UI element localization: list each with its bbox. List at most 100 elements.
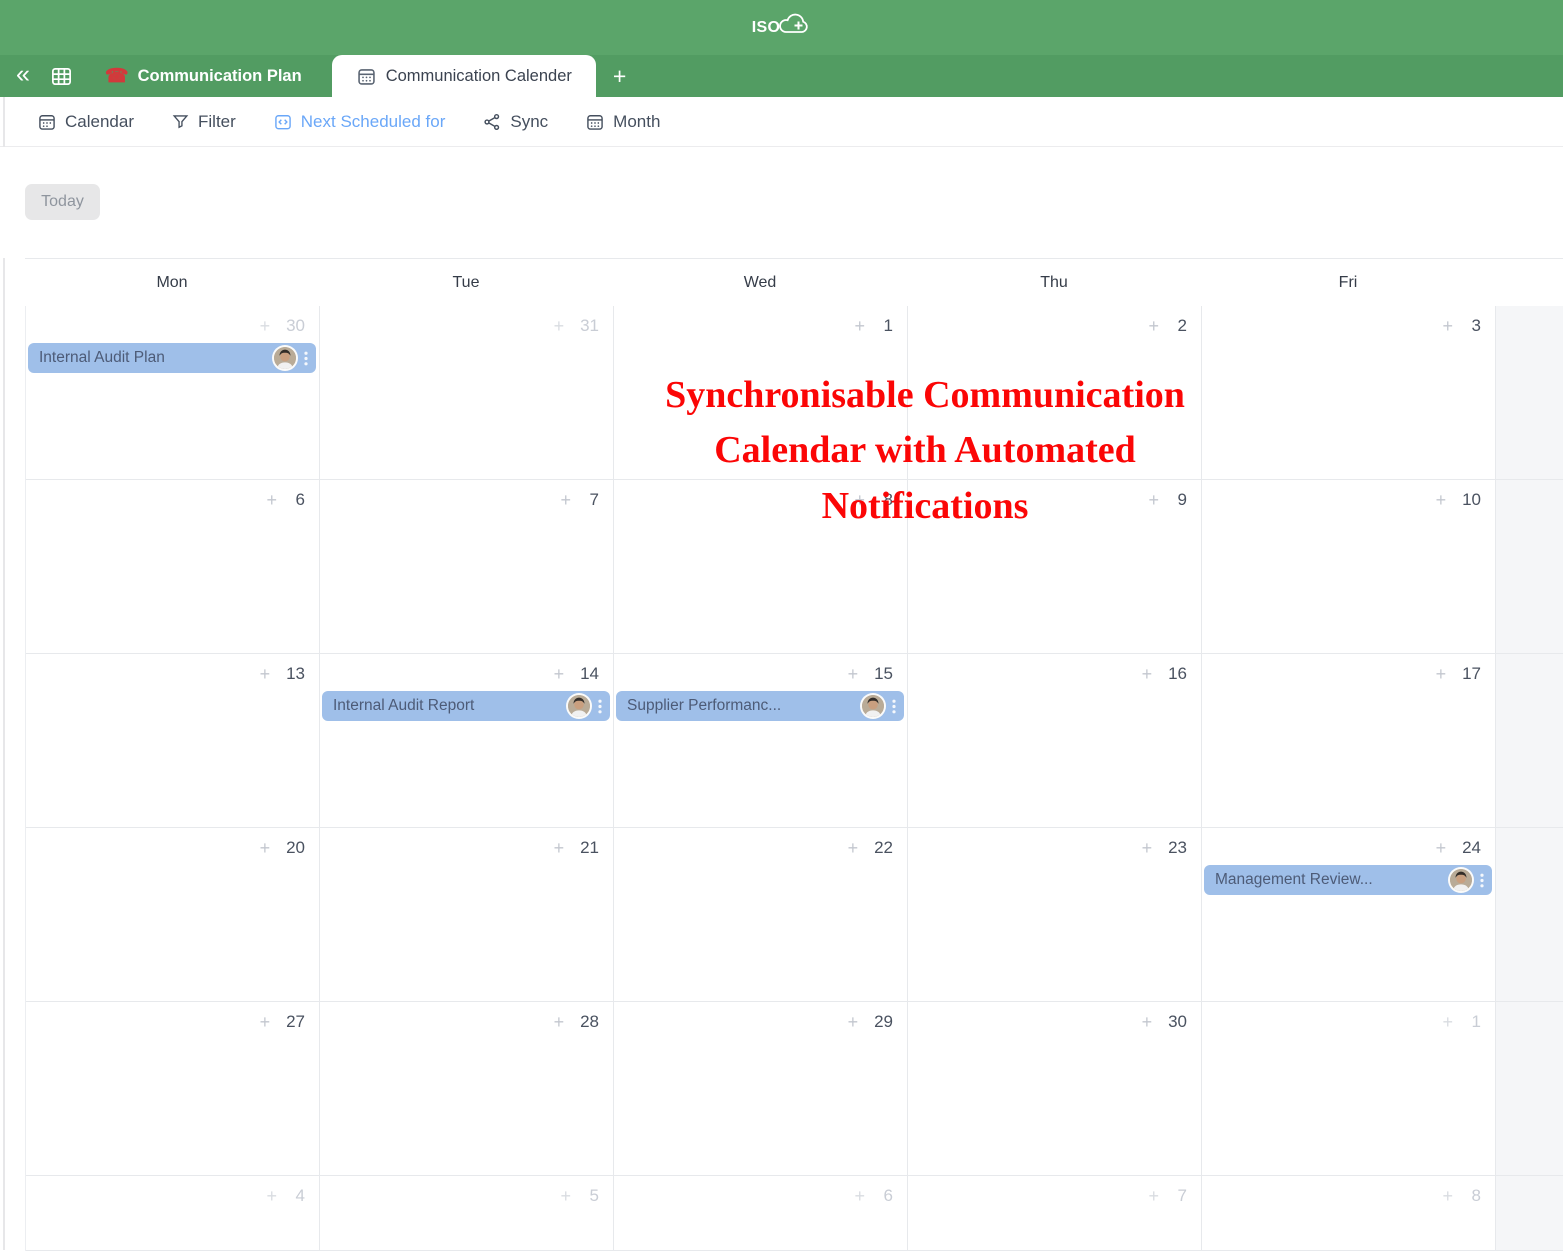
add-event-icon[interactable]: + [560, 1187, 571, 1205]
day-cell[interactable]: +30 Internal Audit Plan [26, 306, 320, 480]
add-event-icon[interactable]: + [1142, 839, 1153, 857]
add-event-icon[interactable]: + [1142, 665, 1153, 683]
add-event-icon[interactable]: + [1148, 491, 1159, 509]
day-cell[interactable]: +16 [908, 654, 1202, 828]
share-icon [482, 112, 502, 132]
day-cell[interactable]: +27 [26, 1002, 320, 1176]
event-title: Management Review... [1204, 871, 1448, 889]
day-cell[interactable]: +8 [1202, 1176, 1496, 1251]
event-chip[interactable]: Management Review... [1204, 865, 1492, 895]
tab-communication-plan[interactable]: ☎ Communication Plan [91, 55, 316, 97]
toolbar-month-button[interactable]: Month [585, 112, 660, 132]
add-event-icon[interactable]: + [1148, 1187, 1159, 1205]
day-cell[interactable]: +9 [908, 480, 1202, 654]
add-event-icon[interactable]: + [260, 317, 271, 335]
add-event-icon[interactable]: + [848, 1013, 859, 1031]
day-cell[interactable]: +21 [320, 828, 614, 1002]
tab-communication-calendar[interactable]: Communication Calender [332, 55, 596, 97]
today-button[interactable]: Today [25, 184, 100, 220]
view-toolbar: Calendar Filter Next Scheduled for Sync [0, 97, 1563, 147]
weekend-filler-column [1496, 1176, 1563, 1251]
add-event-icon[interactable]: + [554, 1013, 565, 1031]
event-chip[interactable]: Supplier Performanc... [616, 691, 904, 721]
day-cell[interactable]: +31 [320, 306, 614, 480]
add-event-icon[interactable]: + [260, 1013, 271, 1031]
day-cell[interactable]: +22 [614, 828, 908, 1002]
toolbar-label: Sync [510, 112, 548, 132]
day-number: 24 [1462, 838, 1481, 858]
day-cell[interactable]: +10 [1202, 480, 1496, 654]
add-event-icon[interactable]: + [554, 839, 565, 857]
event-menu-button[interactable] [886, 699, 904, 714]
add-event-icon[interactable]: + [266, 1187, 277, 1205]
add-event-icon[interactable]: + [848, 839, 859, 857]
day-cell[interactable]: +13 [26, 654, 320, 828]
day-number: 20 [286, 838, 305, 858]
toolbar-next-scheduled-button[interactable]: Next Scheduled for [273, 112, 446, 132]
add-tab-button[interactable]: + [596, 55, 643, 97]
day-cell[interactable]: +3 [1202, 306, 1496, 480]
add-event-icon[interactable]: + [1436, 839, 1447, 857]
add-event-icon[interactable]: + [1148, 317, 1159, 335]
day-number: 6 [881, 1186, 893, 1206]
table-grid-icon[interactable] [50, 65, 73, 88]
add-event-icon[interactable]: + [1436, 491, 1447, 509]
add-event-icon[interactable]: + [560, 491, 571, 509]
day-number: 30 [286, 316, 305, 336]
day-cell[interactable]: +6 [614, 1176, 908, 1251]
day-number: 29 [874, 1012, 893, 1032]
tab-label: Communication Plan [138, 67, 302, 86]
event-chip[interactable]: Internal Audit Report [322, 691, 610, 721]
event-menu-button[interactable] [1474, 873, 1492, 888]
day-cell-header: +30 [26, 314, 319, 336]
day-cell[interactable]: +29 [614, 1002, 908, 1176]
day-cell[interactable]: +14Internal Audit Report [320, 654, 614, 828]
event-menu-button[interactable] [298, 351, 316, 366]
day-cell-header: +9 [908, 488, 1201, 510]
event-menu-dots-icon [304, 351, 308, 366]
day-cell-header: +1 [1202, 1010, 1495, 1032]
day-cell[interactable]: +2 [908, 306, 1202, 480]
day-cell[interactable]: +23 [908, 828, 1202, 1002]
day-cell-header: +16 [908, 662, 1201, 684]
toolbar-calendar-view-button[interactable]: Calendar [37, 112, 134, 132]
day-cell[interactable]: +15Supplier Performanc... [614, 654, 908, 828]
day-cell[interactable]: +17 [1202, 654, 1496, 828]
collapse-sidebar-icon[interactable]: « [16, 62, 30, 87]
day-cell[interactable]: +7 [908, 1176, 1202, 1251]
day-cell[interactable]: +4 [26, 1176, 320, 1251]
day-cell[interactable]: +5 [320, 1176, 614, 1251]
event-chip[interactable]: Internal Audit Plan [28, 343, 316, 373]
add-event-icon[interactable]: + [554, 317, 565, 335]
logo-text: ISO [752, 19, 780, 37]
day-number: 22 [874, 838, 893, 858]
add-event-icon[interactable]: + [1442, 1013, 1453, 1031]
toolbar-sync-button[interactable]: Sync [482, 112, 548, 132]
add-event-icon[interactable]: + [1442, 1187, 1453, 1205]
add-event-icon[interactable]: + [854, 1187, 865, 1205]
add-event-icon[interactable]: + [848, 665, 859, 683]
day-cell[interactable]: +8 [614, 480, 908, 654]
add-event-icon[interactable]: + [260, 665, 271, 683]
add-event-icon[interactable]: + [854, 317, 865, 335]
day-cell[interactable]: +1 [614, 306, 908, 480]
add-event-icon[interactable]: + [1142, 1013, 1153, 1031]
day-cell[interactable]: +30 [908, 1002, 1202, 1176]
add-event-icon[interactable]: + [1436, 665, 1447, 683]
toolbar-filter-button[interactable]: Filter [171, 112, 236, 132]
add-event-icon[interactable]: + [266, 491, 277, 509]
day-cell[interactable]: +7 [320, 480, 614, 654]
add-event-icon[interactable]: + [554, 665, 565, 683]
event-menu-button[interactable] [592, 699, 610, 714]
day-cell[interactable]: +20 [26, 828, 320, 1002]
day-cell[interactable]: +6 [26, 480, 320, 654]
cloud-plus-icon [777, 11, 811, 37]
day-cell-header: +23 [908, 836, 1201, 858]
day-cell[interactable]: +24 Management Review... [1202, 828, 1496, 1002]
day-cell[interactable]: +28 [320, 1002, 614, 1176]
add-event-icon[interactable]: + [260, 839, 271, 857]
add-event-icon[interactable]: + [1442, 317, 1453, 335]
add-event-icon[interactable]: + [854, 491, 865, 509]
day-number: 31 [580, 316, 599, 336]
day-cell[interactable]: +1 [1202, 1002, 1496, 1176]
